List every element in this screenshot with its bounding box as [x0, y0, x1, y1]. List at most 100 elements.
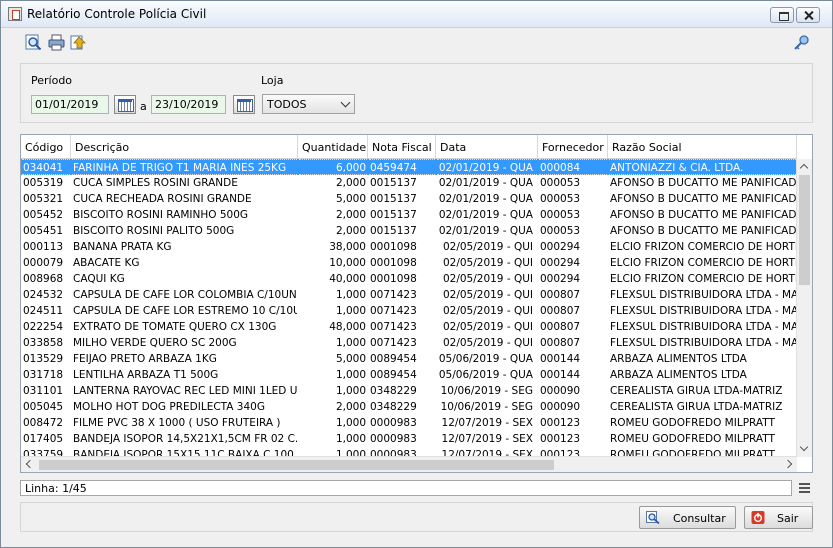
table-row[interactable]: 008472 FILME PVC 38 X 1000 ( USO FRUTEIRA… [21, 415, 797, 431]
table-row[interactable]: 017405 BANDEJA ISOPOR 14,5X21X1,5CM FR 02… [21, 431, 797, 447]
export-icon[interactable] [70, 34, 87, 51]
close-button[interactable] [796, 7, 820, 23]
cell-data: 05/06/2019 - QUA [438, 353, 533, 365]
scroll-left-icon[interactable] [25, 459, 35, 469]
table-row[interactable]: 005452 BISCOITO ROSINI RAMINHO 500G 2,000 0… [21, 207, 797, 223]
cell-data: 02/05/2019 - QUI [442, 289, 533, 301]
cell-nota-fiscal: 0001098 [370, 257, 417, 269]
cell-codigo: 031101 [23, 385, 64, 397]
cell-nota-fiscal: 0015137 [370, 209, 417, 221]
sair-button[interactable]: Sair [744, 506, 813, 529]
table-row-selected[interactable]: 034041 FARINHA DE TRIGO T1 MARIA INES 25K… [21, 159, 797, 175]
cell-razao-social: CEREALISTA GIRUA LTDA-MATRIZ [610, 385, 783, 397]
table-row[interactable]: 005319 CUCA SIMPLES ROSINI GRANDE 2,000 001… [21, 175, 797, 191]
column-header-fornecedor[interactable]: Fornecedor [538, 135, 608, 159]
preview-icon[interactable] [25, 34, 42, 51]
cell-fornecedor: 000090 [540, 401, 581, 413]
cell-fornecedor: 000053 [540, 209, 581, 221]
column-header-codigo[interactable]: Código [21, 135, 71, 159]
column-header-nota-fiscal[interactable]: Nota Fiscal [368, 135, 436, 159]
cell-descricao: FARINHA DE TRIGO T1 MARIA INES 25KG [72, 159, 297, 175]
cell-nota-fiscal: 0071423 [370, 321, 417, 333]
cell-codigo: 005045 [23, 401, 64, 413]
cell-codigo: 034041 [22, 159, 70, 175]
cell-data: 12/07/2019 - SEX [441, 417, 533, 429]
table-row[interactable]: 024511 CAPSULA DE CAFE LOR ESTREMO 10 C/1… [21, 303, 797, 319]
cell-data: 02/05/2019 - QUI [442, 273, 533, 285]
consultar-button[interactable]: Consultar [639, 506, 736, 529]
print-icon[interactable] [48, 34, 65, 51]
cell-codigo: 005319 [23, 177, 64, 189]
cell-data: 02/05/2019 - QUI [442, 257, 533, 269]
cell-descricao: BANDEJA ISOPOR 14,5X21X1,5CM FR 02 C... [73, 433, 297, 445]
app-icon [8, 7, 22, 21]
table-row[interactable]: 033858 MILHO VERDE QUERO SC 200G 1,000 0071… [21, 335, 797, 351]
status-line: Linha: 1/45 [20, 480, 792, 496]
table-row[interactable]: 005451 BISCOITO ROSINI PALITO 500G 2,000 00… [21, 223, 797, 239]
column-header-quantidade[interactable]: Quantidade [298, 135, 368, 159]
table-row[interactable]: 031101 LANTERNA RAYOVAC REC LED MINI 1LED… [21, 383, 797, 399]
table-row[interactable]: 000113 BANANA PRATA KG 38,000 0001098 02/05/… [21, 239, 797, 255]
cell-fornecedor: 000294 [540, 257, 581, 269]
cell-codigo: 005321 [23, 193, 64, 205]
cell-razao-social: FLEXSUL DISTRIBUIDORA LTDA - MATRIZ [610, 321, 796, 333]
menu-icon[interactable] [799, 483, 810, 493]
cell-quantidade: 5,000 [335, 353, 366, 365]
cell-descricao: CUCA RECHEADA ROSINI GRANDE [73, 193, 252, 205]
column-header-data[interactable]: Data [436, 135, 538, 159]
date-from-field[interactable]: 01/01/2019 [31, 95, 109, 114]
cell-razao-social: CEREALISTA GIRUA LTDA-MATRIZ [610, 401, 783, 413]
horizontal-scrollbar[interactable] [21, 456, 797, 472]
report-window: Relatório Controle Polícia Civil Período… [0, 0, 833, 548]
cell-descricao: LANTERNA RAYOVAC REC LED MINI 1LED UN [73, 385, 297, 397]
cell-quantidade: 2,000 [335, 177, 366, 189]
cell-razao-social: ANTONIAZZI & CIA. LTDA. [609, 159, 796, 175]
cell-descricao: CAPSULA DE CAFE LOR COLOMBIA C/10UN [73, 289, 297, 301]
table-row[interactable]: 013529 FEIJAO PRETO ARBAZA 1KG 5,000 008945… [21, 351, 797, 367]
loja-label: Loja [261, 74, 284, 87]
loja-select-value: TODOS [267, 98, 307, 111]
table-row[interactable]: 031718 LENTILHA ARBAZA T1 500G 1,000 008945… [21, 367, 797, 383]
cell-codigo: 008968 [23, 273, 64, 285]
cell-fornecedor: 000123 [540, 433, 581, 445]
cell-codigo: 022254 [23, 321, 64, 333]
table-header: Código Descrição Quantidade Nota Fiscal Data… [21, 135, 797, 159]
vertical-scroll-thumb[interactable] [799, 175, 810, 285]
cell-quantidade: 1,000 [335, 337, 366, 349]
cell-quantidade: 1,000 [335, 417, 366, 429]
restore-button[interactable] [770, 7, 794, 23]
table-row[interactable]: 000079 ABACATE KG 10,000 0001098 02/05/2019 … [21, 255, 797, 271]
table-row[interactable]: 005321 CUCA RECHEADA ROSINI GRANDE 5,000 00… [21, 191, 797, 207]
horizontal-scroll-thumb[interactable] [39, 460, 554, 470]
loja-select[interactable]: TODOS [262, 94, 355, 114]
date-to-field[interactable]: 23/10/2019 [151, 95, 226, 114]
date-to-calendar-icon[interactable] [233, 95, 255, 114]
scroll-up-icon[interactable] [799, 163, 809, 173]
cell-fornecedor: 000807 [540, 337, 581, 349]
cell-fornecedor: 000090 [540, 385, 581, 397]
cell-nota-fiscal: 0348229 [370, 401, 417, 413]
table-row[interactable]: 008968 CAQUI KG 40,000 0001098 02/05/2019 - … [21, 271, 797, 287]
date-from-calendar-icon[interactable] [114, 95, 136, 114]
table-row[interactable]: 022254 EXTRATO DE TOMATE QUERO CX 130G 48,… [21, 319, 797, 335]
column-header-descricao[interactable]: Descrição [71, 135, 298, 159]
cell-nota-fiscal: 0001098 [370, 273, 417, 285]
cell-descricao: BANANA PRATA KG [73, 241, 172, 253]
date-separator: a [140, 100, 147, 113]
scroll-down-icon[interactable] [799, 442, 809, 452]
cell-fornecedor: 000294 [540, 241, 581, 253]
table-row[interactable]: 024532 CAPSULA DE CAFE LOR COLOMBIA C/10U… [21, 287, 797, 303]
cell-razao-social: ELCIO FRIZON COMERCIO DE HORTIFRUTI [610, 273, 796, 285]
table-row[interactable]: 005045 MOLHO HOT DOG PREDILECTA 340G 2,000… [21, 399, 797, 415]
cell-nota-fiscal: 0015137 [370, 177, 417, 189]
cell-data: 02/05/2019 - QUI [442, 305, 533, 317]
cell-codigo: 005452 [23, 209, 64, 221]
cell-quantidade: 10,000 [329, 257, 366, 269]
scroll-right-icon[interactable] [783, 459, 793, 469]
vertical-scrollbar[interactable] [796, 159, 812, 457]
cell-quantidade: 38,000 [329, 241, 366, 253]
cell-fornecedor: 000084 [539, 159, 607, 175]
cell-fornecedor: 000807 [540, 305, 581, 317]
key-icon[interactable] [793, 34, 810, 51]
column-header-razao-social[interactable]: Razão Social [608, 135, 797, 159]
